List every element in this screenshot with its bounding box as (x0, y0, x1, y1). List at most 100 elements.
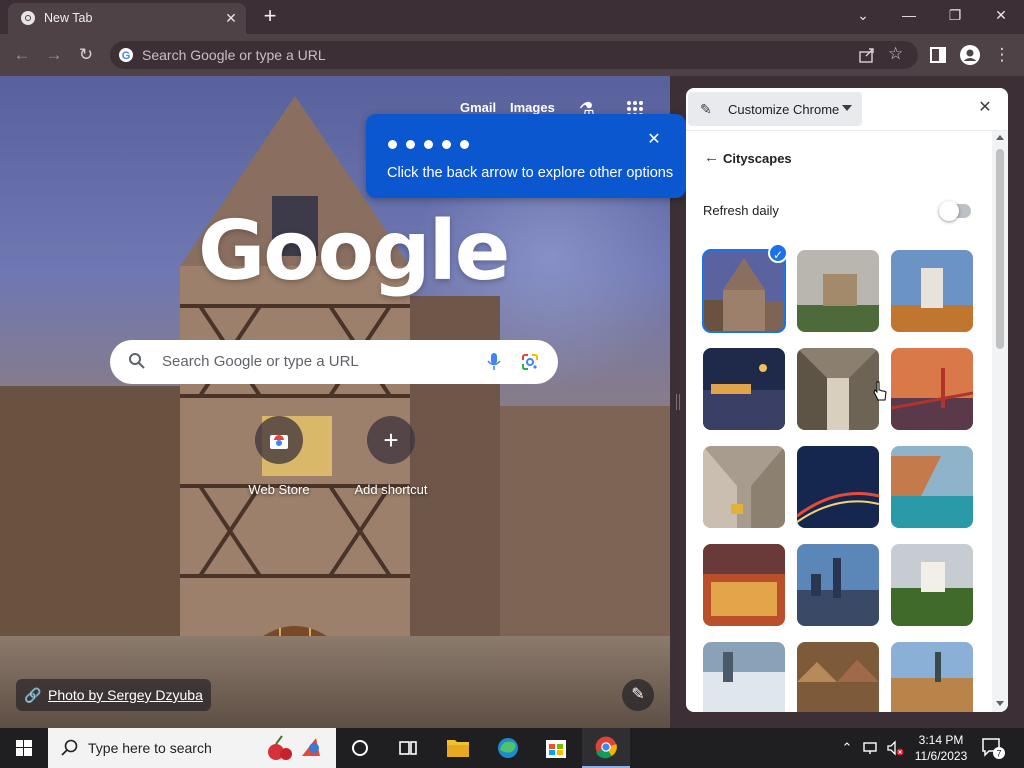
narrow-street-thumbnail-image (797, 348, 879, 430)
chrome-favicon-icon (21, 11, 35, 25)
side-panel-title: Customize Chrome (728, 102, 840, 117)
background-thumbnail[interactable] (891, 250, 973, 332)
taskbar-search-placeholder: Type here to search (88, 740, 212, 756)
coastal-village-thumbnail-image (891, 446, 973, 528)
refresh-daily-toggle[interactable] (939, 201, 971, 221)
tab-new-tab[interactable]: New Tab ✕ (8, 3, 246, 34)
highway-light-trails-thumbnail-image (797, 446, 879, 528)
side-panel-selector[interactable]: ✎ Customize Chrome (688, 92, 862, 126)
snowy-skyline-thumbnail-image (703, 642, 785, 712)
refresh-daily-label: Refresh daily (703, 203, 779, 218)
background-thumbnail[interactable] (797, 446, 879, 528)
background-thumbnail[interactable] (703, 544, 785, 626)
cortana-icon[interactable] (336, 728, 384, 768)
progress-dot (406, 140, 415, 149)
microsoft-store-icon[interactable] (532, 728, 580, 768)
new-tab-button[interactable]: + (258, 5, 282, 29)
castle-forest-thumbnail-image (891, 544, 973, 626)
background-thumbnail[interactable] (797, 544, 879, 626)
bubble-text: Click the back arrow to explore other op… (387, 165, 674, 181)
forward-button[interactable]: → (42, 43, 66, 67)
background-thumbnail[interactable] (891, 348, 973, 430)
file-explorer-icon[interactable] (434, 728, 482, 768)
photo-credit-text: Photo by Sergey Dzyuba (48, 687, 203, 703)
search-highlight-icon (268, 735, 320, 760)
background-thumbnail[interactable] (797, 348, 879, 430)
notification-center-icon[interactable]: 7 (980, 736, 1006, 760)
scroll-up-arrow[interactable] (996, 135, 1004, 140)
castle-hill-thumbnail-image (797, 250, 879, 332)
side-panel-icon[interactable] (926, 43, 950, 67)
tab-search-chevron-icon[interactable]: ⌄ (850, 4, 876, 26)
task-view-icon[interactable] (384, 728, 432, 768)
neuschwanstein-autumn-thumbnail-image (891, 250, 973, 332)
link-icon: 🔗 (24, 687, 42, 703)
web-store-icon (255, 416, 303, 464)
profile-avatar-icon[interactable] (958, 43, 982, 67)
refresh-daily-row: Refresh daily (703, 200, 973, 224)
back-button[interactable]: ← (10, 43, 34, 67)
background-thumbnail[interactable] (703, 348, 785, 430)
minimize-button[interactable]: — (896, 4, 922, 26)
plus-icon: + (367, 416, 415, 464)
side-panel-close-icon[interactable]: ✕ (976, 99, 994, 117)
hand-cursor-icon (873, 381, 887, 401)
taskbar-clock[interactable]: 3:14 PM 11/6/2023 (912, 732, 970, 764)
volume-muted-icon[interactable] (886, 738, 904, 758)
side-panel-resize-handle[interactable] (676, 394, 680, 410)
bookmark-star-icon[interactable]: ☆ (888, 45, 906, 63)
photo-credit-link[interactable]: 🔗 Photo by Sergey Dzyuba (16, 679, 211, 711)
background-thumbnail[interactable] (891, 446, 973, 528)
search-icon (129, 353, 145, 369)
background-thumbnail[interactable] (797, 250, 879, 332)
title-bar: New Tab ✕ + ⌄ — ❐ ✕ (0, 0, 1024, 34)
tab-close-icon[interactable]: ✕ (222, 9, 240, 27)
taskbar-search-box[interactable]: Type here to search (48, 728, 336, 768)
gmail-link[interactable]: Gmail (460, 100, 496, 115)
notification-count: 7 (996, 749, 1001, 759)
google-lens-icon[interactable] (520, 352, 540, 372)
rooftops-thumbnail-image (797, 642, 879, 712)
ntp-search-placeholder: Search Google or type a URL (162, 353, 359, 370)
skyline-dusk-thumbnail-image (797, 544, 879, 626)
caret-down-icon (842, 105, 852, 111)
chrome-menu-icon[interactable]: ⋮ (990, 43, 1014, 67)
background-thumbnail[interactable] (702, 249, 786, 333)
background-thumbnail[interactable] (891, 642, 973, 712)
bubble-close-icon[interactable]: ✕ (646, 132, 662, 148)
background-thumbnail[interactable] (797, 642, 879, 712)
customize-chrome-panel: ✎ Customize Chrome ✕ ← Cityscapes Refres… (686, 88, 1008, 712)
windows-start-icon[interactable] (0, 728, 48, 768)
chrome-taskbar-icon[interactable] (582, 728, 630, 768)
shortcut-web-store[interactable]: Web Store (229, 416, 329, 506)
reload-button[interactable]: ↻ (74, 43, 98, 67)
shortcut-add[interactable]: + Add shortcut (341, 416, 441, 506)
window-close-button[interactable]: ✕ (988, 4, 1014, 26)
scrollbar-thumb[interactable] (996, 149, 1004, 349)
background-thumbnail[interactable] (703, 642, 785, 712)
customize-pencil-button[interactable]: ✎ (622, 679, 654, 711)
svg-text:G: G (122, 50, 131, 62)
search-icon (61, 739, 78, 756)
edge-browser-icon[interactable] (484, 728, 532, 768)
back-arrow-icon[interactable]: ← (704, 150, 720, 166)
background-thumbnail[interactable] (703, 446, 785, 528)
shortcut-label: Web Store (248, 482, 310, 497)
colosseum-thumbnail-image (703, 544, 785, 626)
side-panel-scrollbar[interactable] (992, 131, 1008, 712)
restore-button[interactable]: ❐ (942, 4, 968, 26)
toggle-knob (939, 201, 959, 221)
network-icon[interactable] (862, 738, 880, 758)
tray-chevron-up-icon[interactable]: ⌃ (838, 738, 856, 758)
microphone-icon[interactable] (486, 352, 502, 372)
google-logo: Google (198, 204, 510, 299)
toolbar: ← → ↻ G Search Google or type a URL ☆ ⋮ (0, 34, 1024, 76)
tab-title: New Tab (44, 11, 93, 25)
background-thumbnail[interactable] (891, 544, 973, 626)
progress-dot (460, 140, 469, 149)
share-icon[interactable] (858, 46, 876, 64)
images-link[interactable]: Images (510, 100, 555, 115)
ntp-search-box[interactable]: Search Google or type a URL (110, 340, 558, 384)
scroll-down-arrow[interactable] (996, 701, 1004, 706)
omnibox[interactable]: G Search Google or type a URL ☆ (110, 41, 918, 69)
